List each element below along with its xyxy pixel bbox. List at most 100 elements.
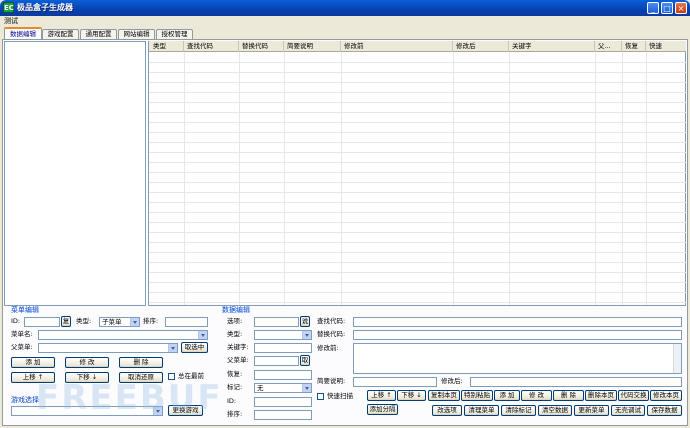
option-label: 选项: xyxy=(227,317,243,325)
grid-column-line xyxy=(184,52,185,305)
grid-column-line xyxy=(453,52,454,305)
data-sort-field[interactable] xyxy=(254,410,312,420)
data-add-button[interactable]: 添 加 xyxy=(494,390,520,401)
data-grid[interactable] xyxy=(148,41,686,306)
option-help-button[interactable]: 说 xyxy=(300,316,310,327)
modify-page-button[interactable]: 修改本页 xyxy=(650,390,682,401)
replace-code-field[interactable] xyxy=(353,330,682,340)
data-id-field[interactable] xyxy=(254,397,312,407)
clear-marks-button[interactable]: 清除标记 xyxy=(501,405,536,416)
grid-column-line xyxy=(509,52,510,305)
menu-copy-button[interactable]: 复 xyxy=(61,316,71,327)
grid-row-line xyxy=(149,302,686,303)
grid-row-line xyxy=(149,192,686,193)
menu-add-button[interactable]: 添 加 xyxy=(11,357,55,368)
cancel-select-button[interactable]: 取选中 xyxy=(181,342,208,353)
data-move-up-button[interactable]: 上移 ↑ xyxy=(367,390,396,401)
tab-license[interactable]: 授权管理 xyxy=(156,29,193,39)
update-menu-button[interactable]: 更新菜单 xyxy=(574,405,609,416)
grid-row-line xyxy=(149,62,686,63)
delete-page-button[interactable]: 删除本页 xyxy=(585,390,617,401)
menu-type-label: 类型: xyxy=(76,317,92,325)
menu-sort-label: 排序: xyxy=(143,317,159,325)
data-parent-pick-button[interactable]: 取 xyxy=(300,355,310,366)
menu-modify-button[interactable]: 修 改 xyxy=(65,357,109,368)
grid-row-line xyxy=(149,182,686,183)
menu-sort-field[interactable] xyxy=(165,317,208,327)
grid-row-line xyxy=(149,172,686,173)
add-category-button[interactable]: 添加分隔 xyxy=(367,404,398,415)
grid-row-line xyxy=(149,132,686,133)
tab-general-config[interactable]: 通用配置 xyxy=(80,29,117,39)
grid-column-line xyxy=(284,52,285,305)
grid-row-line xyxy=(149,102,686,103)
col-before[interactable]: 修改前 xyxy=(341,41,453,52)
grid-column-line xyxy=(341,52,342,305)
save-data-button[interactable]: 保存数据 xyxy=(647,405,682,416)
description-label: 简要说明: xyxy=(317,377,346,385)
find-code-label: 查找代码: xyxy=(317,317,346,325)
before-label: 修改前: xyxy=(317,344,339,352)
close-button[interactable]: × xyxy=(675,2,687,14)
before-scrollbar[interactable] xyxy=(673,344,681,373)
code-swap-button[interactable]: 代码交换 xyxy=(618,390,649,401)
data-parent-field[interactable] xyxy=(254,356,299,366)
minimize-button[interactable]: _ xyxy=(647,2,659,14)
menu-tree[interactable] xyxy=(4,41,146,306)
grid-row-line xyxy=(149,122,686,123)
no-shell-debug-button[interactable]: 无壳调试 xyxy=(611,405,645,416)
restore-field[interactable] xyxy=(254,370,312,380)
change-option-button[interactable]: 改选项 xyxy=(432,405,462,416)
app-icon: EC xyxy=(3,2,14,13)
data-type-select[interactable] xyxy=(254,330,312,340)
menu-type-select[interactable]: 子菜单 xyxy=(99,317,140,327)
after-field[interactable] xyxy=(470,377,682,387)
col-keyword[interactable]: 关键字 xyxy=(509,41,595,52)
mark-select[interactable]: 无 xyxy=(254,383,312,393)
grid-row-line xyxy=(149,282,686,283)
menu-name-label: 菜单名: xyxy=(11,330,33,338)
grid-column-line xyxy=(622,52,623,305)
keyword-field[interactable] xyxy=(254,343,312,353)
parent-menu-select[interactable] xyxy=(38,343,178,353)
special-paste-button[interactable]: 特别粘贴 xyxy=(461,390,493,401)
col-replace-code[interactable]: 替换代码 xyxy=(239,41,284,52)
game-select-title: 游戏选择 xyxy=(11,396,39,404)
data-move-down-button[interactable]: 下移 ↓ xyxy=(397,390,426,401)
data-delete-button[interactable]: 删 除 xyxy=(553,390,584,401)
maximize-button[interactable]: □ xyxy=(661,2,673,14)
col-parent[interactable]: 父... xyxy=(595,41,622,52)
grid-row-line xyxy=(149,202,686,203)
col-find-code[interactable]: 查找代码 xyxy=(184,41,239,52)
tab-game-config[interactable]: 游戏配置 xyxy=(42,29,79,39)
grid-row-line xyxy=(149,72,686,73)
clean-menu-button[interactable]: 清理菜单 xyxy=(464,405,499,416)
option-field[interactable] xyxy=(254,317,299,327)
menu-item-test[interactable]: 测试 xyxy=(4,17,18,26)
col-restore[interactable]: 恢复 xyxy=(622,41,646,52)
grid-row-line xyxy=(149,142,686,143)
clear-data-button[interactable]: 清空数据 xyxy=(538,405,572,416)
col-quick[interactable]: 快速 xyxy=(646,41,686,52)
menu-id-field[interactable] xyxy=(24,317,60,327)
copy-page-button[interactable]: 复制本页 xyxy=(428,390,460,401)
find-code-field[interactable] xyxy=(353,317,682,327)
col-type[interactable]: 类型 xyxy=(150,41,184,52)
grid-row-line xyxy=(149,252,686,253)
tab-site-edit[interactable]: 网站编辑 xyxy=(118,29,155,39)
after-label: 修改后: xyxy=(441,377,463,385)
before-textarea[interactable] xyxy=(353,343,682,374)
quick-scan-checkbox[interactable] xyxy=(317,393,324,400)
description-field[interactable] xyxy=(353,377,437,387)
data-modify-button[interactable]: 修 改 xyxy=(521,390,552,401)
menu-delete-button[interactable]: 删 除 xyxy=(119,357,163,368)
grid-row-line xyxy=(149,222,686,223)
grid-row-line xyxy=(149,292,686,293)
menu-edit-title: 菜单编辑 xyxy=(11,306,39,314)
grid-column-line xyxy=(646,52,647,305)
col-description[interactable]: 简要说明 xyxy=(284,41,341,52)
grid-row-line xyxy=(149,152,686,153)
col-after[interactable]: 修改后 xyxy=(453,41,509,52)
menu-name-select[interactable] xyxy=(38,330,208,340)
parent-menu-label: 父菜单: xyxy=(11,343,33,351)
